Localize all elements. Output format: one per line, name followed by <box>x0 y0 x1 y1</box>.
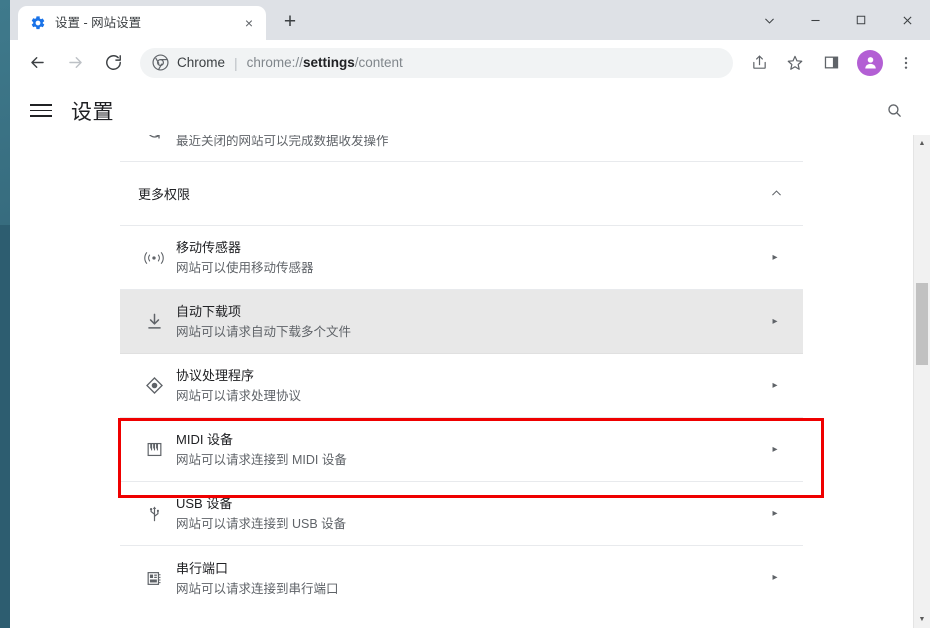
minimize-icon[interactable] <box>792 0 838 40</box>
list-item-text: USB 设备 网站可以请求连接到 USB 设备 <box>176 484 765 543</box>
list-item-text: 串行端口 网站可以请求连接到串行端口 <box>176 549 765 608</box>
list-item-title: USB 设备 <box>176 496 233 511</box>
list-item-title: 协议处理程序 <box>176 368 255 383</box>
toolbar-actions <box>741 48 924 78</box>
list-item-text: 协议处理程序 网站可以请求处理协议 <box>176 356 765 415</box>
chevron-down-icon[interactable] <box>746 0 792 40</box>
chevron-right-icon: ▸ <box>772 251 778 263</box>
scroll-down-arrow-icon[interactable]: ▼ <box>914 611 930 628</box>
motion-sensor-icon <box>132 248 176 268</box>
download-icon <box>132 312 176 331</box>
list-item-subtitle: 网站可以请求连接到 MIDI 设备 <box>176 453 347 467</box>
close-window-icon[interactable] <box>884 0 930 40</box>
list-item-usb-devices[interactable]: USB 设备 网站可以请求连接到 USB 设备 ▸ <box>120 482 803 546</box>
hamburger-icon[interactable] <box>30 99 54 123</box>
window-controls <box>746 0 930 40</box>
settings-left-rail <box>10 135 120 628</box>
omnibox-separator: | <box>234 54 238 71</box>
chrome-logo-icon <box>152 54 169 71</box>
maximize-icon[interactable] <box>838 0 884 40</box>
forward-button[interactable] <box>58 46 92 80</box>
chevron-up-icon[interactable] <box>767 187 785 200</box>
tab-strip: 设置 - 网站设置 × + <box>10 0 930 40</box>
list-item-title: 自动下载项 <box>176 304 242 319</box>
browser-tab-settings[interactable]: 设置 - 网站设置 × <box>18 6 266 40</box>
list-item-text: 自动下载项 网站可以请求自动下载多个文件 <box>176 292 765 351</box>
settings-scroll-viewport: 后台同步 最近关闭的网站可以完成数据收发操作 ▸ 更多权限 <box>10 135 930 628</box>
vertical-scrollbar[interactable]: ▲ ▼ <box>913 135 930 628</box>
page-title: 设置 <box>71 100 114 124</box>
section-title: 更多权限 <box>138 187 191 202</box>
desktop-background-stripe <box>0 225 10 628</box>
browser-menu-button[interactable] <box>891 48 921 78</box>
tab-title: 设置 - 网站设置 <box>55 16 142 30</box>
side-panel-icon[interactable] <box>816 48 846 78</box>
omnibox-url: chrome://settings/content <box>247 55 403 70</box>
permissions-card: 后台同步 最近关闭的网站可以完成数据收发操作 ▸ 更多权限 <box>120 135 803 610</box>
settings-header: 设置 <box>10 86 930 135</box>
list-item-motion-sensors[interactable]: 移动传感器 网站可以使用移动传感器 ▸ <box>120 226 803 290</box>
url-prefix: chrome:// <box>246 55 303 70</box>
midi-icon <box>132 440 176 459</box>
scroll-up-arrow-icon[interactable]: ▲ <box>914 135 930 152</box>
settings-page: 设置 最近关闭的网站可以完成数据收发操作 更多权限 移动传感器 网站可以使用移动… <box>10 86 930 628</box>
section-header-more-permissions[interactable]: 更多权限 <box>120 162 803 226</box>
url-path: /content <box>354 55 403 70</box>
chevron-right-icon: ▸ <box>772 315 778 327</box>
reload-button[interactable] <box>96 46 130 80</box>
list-item-automatic-downloads[interactable]: 自动下载项 网站可以请求自动下载多个文件 ▸ <box>120 290 803 354</box>
list-item-subtitle: 网站可以请求连接到串行端口 <box>176 581 339 596</box>
list-item-midi-devices[interactable]: MIDI 设备 网站可以请求连接到 MIDI 设备 ▸ <box>120 418 803 482</box>
usb-icon <box>132 504 176 523</box>
chevron-right-icon: ▸ <box>772 507 778 519</box>
chevron-right-icon: ▸ <box>772 379 778 391</box>
settings-content-column: 后台同步 最近关闭的网站可以完成数据收发操作 ▸ 更多权限 <box>120 135 913 610</box>
chrome-browser-window: 设置 - 网站设置 × + Chrome | chrome://settings… <box>10 0 930 628</box>
list-item-text: 后台同步 最近关闭的网站可以完成数据收发操作 <box>176 135 765 160</box>
search-icon[interactable] <box>880 97 908 125</box>
url-host: settings <box>302 55 355 70</box>
serial-port-icon <box>132 569 176 588</box>
list-item-title: 串行端口 <box>176 560 229 576</box>
list-item-title: 移动传感器 <box>176 240 242 255</box>
address-bar[interactable]: Chrome | chrome://settings/content <box>140 47 733 78</box>
list-item-title: MIDI 设备 <box>176 432 234 447</box>
close-icon[interactable]: × <box>240 14 258 32</box>
list-item-text: MIDI 设备 网站可以请求连接到 MIDI 设备 <box>176 420 765 479</box>
list-item-subtitle: 网站可以请求自动下载多个文件 <box>176 325 352 339</box>
scrollbar-thumb[interactable] <box>916 283 928 365</box>
protocol-handler-icon <box>132 375 176 396</box>
browser-toolbar: Chrome | chrome://settings/content <box>10 40 930 86</box>
omnibox-scheme-label: Chrome <box>177 55 226 70</box>
gear-icon <box>30 15 46 31</box>
list-item-subtitle: 网站可以请求连接到 USB 设备 <box>176 517 347 531</box>
avatar[interactable] <box>857 49 883 76</box>
sync-icon <box>132 135 176 140</box>
list-item-protocol-handlers[interactable]: 协议处理程序 网站可以请求处理协议 ▸ <box>120 354 803 418</box>
list-item-background-sync[interactable]: 后台同步 最近关闭的网站可以完成数据收发操作 ▸ <box>120 135 803 162</box>
list-item-serial-ports[interactable]: 串行端口 网站可以请求连接到串行端口 ▸ <box>120 546 803 610</box>
back-button[interactable] <box>20 46 54 80</box>
chevron-right-icon: ▸ <box>772 572 778 583</box>
chevron-right-icon: ▸ <box>772 443 778 455</box>
list-item-text: 移动传感器 网站可以使用移动传感器 <box>176 228 765 287</box>
list-item-subtitle: 网站可以使用移动传感器 <box>176 261 314 275</box>
list-item-subtitle: 最近关闭的网站可以完成数据收发操作 <box>176 135 389 148</box>
new-tab-button[interactable]: + <box>276 7 304 35</box>
bookmark-star-icon[interactable] <box>780 48 810 78</box>
list-item-subtitle: 网站可以请求处理协议 <box>176 389 302 403</box>
share-icon[interactable] <box>744 48 774 78</box>
